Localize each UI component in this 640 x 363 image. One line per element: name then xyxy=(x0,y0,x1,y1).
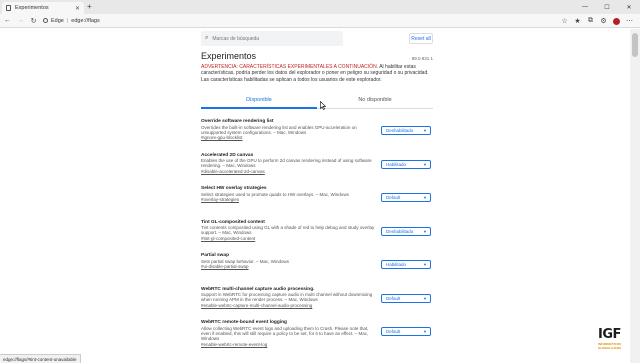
experiment-select-value: Habilitado xyxy=(386,161,407,167)
watermark-logo: IGF INFORMÁTICOS GUADALAJARA xyxy=(598,328,628,352)
experiment-description: Enables the use of the GPU to perform 2d… xyxy=(201,158,372,169)
experiment-link[interactable]: #ignore-gpu-blocklist xyxy=(201,135,433,140)
experiment-link[interactable]: #tint-gl-composited-content xyxy=(201,236,433,241)
experiment-link[interactable]: #enable-webrtc-capture-multi-channel-aud… xyxy=(201,303,433,308)
avatar[interactable] xyxy=(613,17,620,25)
tab-unavailable[interactable]: No disponible xyxy=(317,93,433,108)
tab-close-icon[interactable]: ✕ xyxy=(75,5,80,12)
chevron-down-icon: ▼ xyxy=(423,161,427,167)
maximize-icon[interactable]: ☐ xyxy=(596,0,618,14)
browser-window: Experimentos ✕ + — ☐ ✕ ← → ↻ Edge | edge… xyxy=(0,0,640,363)
address-prefix: Edge xyxy=(51,17,64,24)
experiment-select[interactable]: Deshabilitado ▼ xyxy=(381,226,431,236)
refresh-icon[interactable]: ↻ xyxy=(28,15,39,27)
chevron-down-icon: ▼ xyxy=(423,195,427,200)
experiment-item: Tint GL-composited content Tint contents… xyxy=(201,220,433,254)
flags-tabs: Disponible No disponible xyxy=(201,93,433,109)
experiment-select-value: Default xyxy=(386,329,401,334)
experiment-select[interactable]: Default ▼ xyxy=(381,327,431,336)
experiment-select[interactable]: Habilitado ▼ xyxy=(381,159,431,169)
status-bar: edge://flags/#tint-content-unavailable xyxy=(0,354,81,363)
search-placeholder: Marcas de búsqueda xyxy=(212,35,260,42)
experiment-select-value: Deshabilitado xyxy=(386,128,414,133)
warning-strong: ADVERTENCIA: CARACTERÍSTICAS EXPERIMENTA… xyxy=(201,64,379,70)
toolbar-right: ☆ ★ ⧉ ⚙ ⋯ xyxy=(558,14,636,28)
experiment-item: WebRTC multi-channel capture audio proce… xyxy=(201,287,433,321)
window-controls: — ☐ ✕ xyxy=(574,0,640,14)
search-icon: ⌕ xyxy=(205,35,209,41)
mouse-cursor-icon xyxy=(320,101,326,110)
experiment-item: Select HW overlay strategies Select stra… xyxy=(201,186,433,220)
page-favicon-icon xyxy=(6,5,11,11)
back-icon[interactable]: ← xyxy=(2,15,13,27)
experiment-description: Tint contents composited using GL with a… xyxy=(201,225,375,236)
extensions-icon[interactable]: ⚙ xyxy=(597,14,610,28)
tab-title: Experimentos xyxy=(15,5,49,11)
experiment-description: Allow collecting WebRTC event logs and u… xyxy=(201,325,369,342)
chevron-down-icon: ▼ xyxy=(423,295,427,301)
experiment-select[interactable]: Habilitado ▼ xyxy=(381,260,431,269)
page-title: Experimentos xyxy=(201,51,257,61)
tab-experimentos[interactable]: Experimentos ✕ xyxy=(2,2,84,14)
search-input[interactable]: ⌕ Marcas de búsqueda xyxy=(201,31,343,46)
new-tab-button[interactable]: + xyxy=(87,3,92,11)
forward-icon[interactable]: → xyxy=(15,15,26,27)
version-label: 89.0.831.1 xyxy=(411,56,433,61)
scrollbar-thumb[interactable] xyxy=(632,33,638,57)
close-window-icon[interactable]: ✕ xyxy=(618,0,640,14)
address-toolbar: ← → ↻ Edge | edge://flags ☆ ★ ⧉ ⚙ ⋯ xyxy=(0,14,640,28)
experiment-item: WebRTC remote-bound event logging Allow … xyxy=(201,320,433,354)
experiments-list: Override software rendering list Overrid… xyxy=(201,119,433,354)
favorites-icon[interactable]: ★ xyxy=(571,14,584,28)
address-url: edge://flags xyxy=(71,17,100,24)
experiment-description: Support in WebRTC for processing capture… xyxy=(201,292,373,303)
experiment-select-value: Default xyxy=(386,295,401,301)
experiment-select-value: Habilitado xyxy=(386,262,407,267)
experiment-select[interactable]: Default ▼ xyxy=(381,193,431,202)
chevron-down-icon: ▼ xyxy=(423,262,427,267)
experiment-item: Partial swap Sets partial swap behavior.… xyxy=(201,253,433,287)
experiment-select-value: Deshabilitado xyxy=(386,228,414,234)
collections-icon[interactable]: ⧉ xyxy=(584,14,597,28)
flags-page: ⌕ Marcas de búsqueda Reset all Experimen… xyxy=(0,29,630,363)
page-scrollbar[interactable] xyxy=(630,29,640,363)
minimize-icon[interactable]: — xyxy=(574,0,596,14)
page-header: Experimentos 89.0.831.1 ADVERTENCIA: CAR… xyxy=(201,51,433,83)
experiment-link[interactable]: #disable-accelerated-2d-canvas xyxy=(201,169,433,174)
chevron-down-icon: ▼ xyxy=(423,329,427,334)
logo-mark: IGF xyxy=(598,327,621,342)
tab-strip: Experimentos ✕ + — ☐ ✕ xyxy=(0,0,640,14)
favorite-star-icon[interactable]: ☆ xyxy=(558,14,571,28)
experiment-item: Override software rendering list Overrid… xyxy=(201,119,433,153)
experiment-link[interactable]: #enable-webrtc-remote-event-log xyxy=(201,342,433,347)
chevron-down-icon: ▼ xyxy=(423,128,427,133)
experiment-select[interactable]: Default ▼ xyxy=(381,293,431,303)
search-row: ⌕ Marcas de búsqueda Reset all xyxy=(201,31,433,47)
warning-text: ADVERTENCIA: CARACTERÍSTICAS EXPERIMENTA… xyxy=(201,64,433,83)
logo-subtitle: INFORMÁTICOS GUADALAJARA xyxy=(598,342,622,350)
more-menu-icon[interactable]: ⋯ xyxy=(623,14,636,28)
tab-available[interactable]: Disponible xyxy=(201,93,317,109)
address-bar[interactable]: Edge | edge://flags xyxy=(43,18,100,24)
reset-all-button[interactable]: Reset all xyxy=(409,33,433,44)
experiment-select-value: Default xyxy=(386,195,401,200)
chevron-down-icon: ▼ xyxy=(423,228,427,234)
edge-page-icon xyxy=(43,18,48,23)
experiment-description: Overrides the built-in software renderin… xyxy=(201,124,357,135)
experiment-item: Accelerated 2D canvas Enables the use of… xyxy=(201,153,433,187)
address-separator: | xyxy=(66,17,69,24)
experiment-select[interactable]: Deshabilitado ▼ xyxy=(381,126,431,135)
